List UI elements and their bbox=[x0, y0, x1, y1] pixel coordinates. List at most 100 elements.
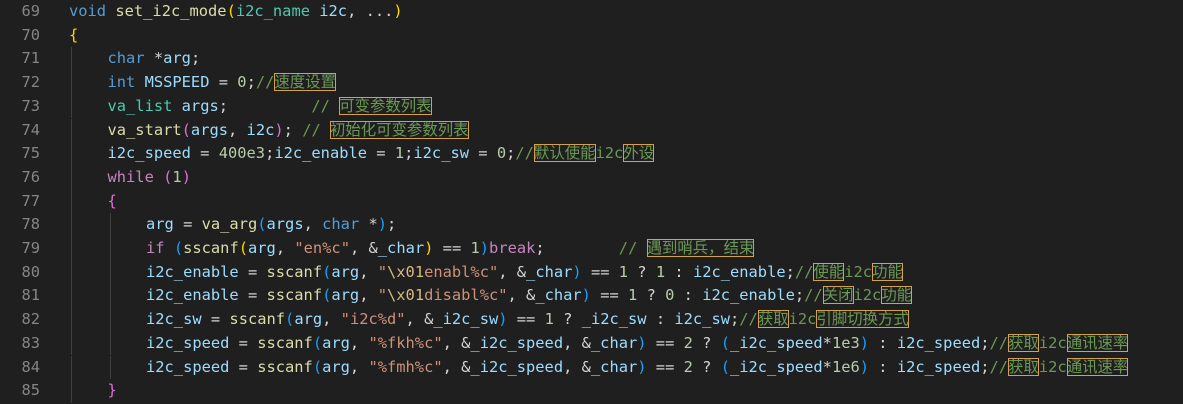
code-token: ) bbox=[498, 310, 508, 329]
code-token: arg bbox=[331, 262, 360, 281]
code-token: 0 bbox=[665, 286, 675, 305]
code-text: if (sscanf(arg, "en%c", &_char) == 1)bre… bbox=[146, 237, 755, 261]
code-token: ; bbox=[729, 310, 740, 329]
code-line[interactable]: 81 i2c_enable = sscanf(arg, "\x01disabl%c… bbox=[0, 284, 1183, 309]
code-token: i2c bbox=[319, 2, 348, 20]
line-number: 75 bbox=[21, 144, 40, 163]
code-line[interactable]: 69 void set_i2c_mode(i2c_name i2c, ...) bbox=[0, 0, 1183, 24]
code-token: ) bbox=[572, 262, 582, 281]
code-text: i2c_enable = sscanf(arg, "\x01enabl%c", … bbox=[146, 261, 903, 285]
code-line[interactable]: 78 arg = va_arg(args, char *); bbox=[0, 213, 1183, 237]
code-line[interactable]: 74 va_start(args, i2c); // 初始化可变参数列表 bbox=[0, 118, 1183, 143]
code-text: { bbox=[108, 190, 117, 214]
code-line[interactable]: 83 i2c_speed = sscanf(arg, "%fkh%c", &_i2… bbox=[0, 331, 1183, 356]
indent-guide bbox=[109, 308, 111, 332]
code-token: { bbox=[69, 25, 79, 44]
indent-guide bbox=[71, 213, 72, 237]
indent-guide bbox=[71, 284, 72, 309]
code-token: // bbox=[804, 286, 823, 305]
code-token: ; bbox=[785, 262, 795, 281]
code-line[interactable]: 82 i2c_sw = sscanf(arg, "i2c%d", &_i2c_sw… bbox=[0, 308, 1183, 332]
code-token: 1 bbox=[628, 286, 638, 305]
code-token: i2c_sw bbox=[674, 310, 730, 329]
highlighted-comment-token: 外设 bbox=[623, 144, 655, 163]
highlighted-comment-token: 默认使能 bbox=[533, 144, 596, 163]
code-token: arg bbox=[331, 286, 360, 305]
indent-guide bbox=[71, 308, 72, 332]
code-text: void set_i2c_mode(i2c_name i2c, ...) bbox=[69, 0, 403, 24]
code-editor[interactable]: 69 void set_i2c_mode(i2c_name i2c, ...) 70… bbox=[0, 0, 1183, 404]
code-token: 1 bbox=[394, 144, 405, 163]
code-line[interactable]: 80 i2c_enable = sscanf(arg, "\x01enabl%c"… bbox=[0, 260, 1183, 285]
code-line[interactable]: 79 if (sscanf(arg, "en%c", &_char) == 1)b… bbox=[0, 237, 1183, 261]
code-line[interactable]: 85} bbox=[0, 379, 1183, 403]
code-token: * bbox=[359, 215, 378, 234]
code-token: arg bbox=[163, 49, 191, 68]
code-token: 1 bbox=[655, 262, 666, 281]
line-number: 77 bbox=[21, 191, 40, 210]
line-number: 81 bbox=[21, 286, 40, 305]
code-text: } bbox=[108, 379, 117, 403]
code-line[interactable]: 84 i2c_speed = sscanf(arg, "%fmh%c", &_i2… bbox=[0, 355, 1183, 380]
code-line[interactable]: 71 char *arg; bbox=[0, 47, 1183, 72]
code-token: ( bbox=[312, 357, 323, 376]
code-token: ; bbox=[980, 333, 990, 352]
code-token: ; bbox=[283, 120, 303, 139]
code-token: int bbox=[107, 73, 136, 92]
code-line[interactable]: 70 { bbox=[0, 24, 1183, 48]
code-token: args bbox=[190, 120, 228, 139]
indent-guide bbox=[109, 213, 111, 237]
line-number: 73 bbox=[21, 96, 40, 115]
code-token: , & bbox=[349, 239, 378, 257]
code-token: ( bbox=[257, 215, 267, 234]
code-token: , bbox=[349, 357, 369, 376]
code-token: void bbox=[69, 2, 107, 20]
code-text: arg = va_arg(args, char *); bbox=[146, 213, 396, 237]
code-token: = bbox=[229, 333, 258, 352]
code-token: ? bbox=[628, 262, 656, 281]
code-line[interactable]: 77 { bbox=[0, 189, 1183, 214]
code-text: i2c_enable = sscanf(arg, "\x01disabl%c",… bbox=[146, 284, 913, 308]
code-token: arg bbox=[146, 215, 174, 234]
code-token: == bbox=[590, 286, 629, 305]
code-token: ( bbox=[322, 262, 332, 281]
code-token: ( bbox=[720, 333, 730, 352]
code-token: args bbox=[181, 96, 219, 115]
code-token: , bbox=[349, 333, 369, 352]
code-token: ; bbox=[506, 144, 516, 163]
code-line[interactable]: 75 i2c_speed = 400e3;i2c_enable = 1;i2c_s… bbox=[0, 142, 1183, 166]
code-token: , ... bbox=[347, 2, 394, 20]
code-token: = bbox=[367, 144, 395, 163]
code-token: = bbox=[238, 286, 267, 305]
code-token: "%fkh%c" bbox=[368, 333, 443, 352]
code-token: ) bbox=[479, 239, 490, 257]
code-token: arg bbox=[294, 310, 323, 329]
code-line[interactable]: 76 while (1) bbox=[0, 165, 1183, 190]
code-text: i2c_speed = 400e3;i2c_enable = 1;i2c_sw … bbox=[108, 142, 655, 166]
code-token: i2c_sw bbox=[413, 144, 469, 163]
code-token: i2c_speed bbox=[896, 357, 981, 376]
code-token: , bbox=[359, 286, 378, 305]
code-token: ? bbox=[692, 333, 721, 352]
code-token: 1e3 bbox=[831, 333, 860, 352]
highlighted-comment-token: 初始化可变参数列表 bbox=[330, 120, 469, 139]
code-token: enabl%c" bbox=[424, 262, 499, 281]
line-number: 82 bbox=[21, 310, 40, 329]
code-token: _i2c_sw bbox=[581, 310, 647, 329]
code-token: char bbox=[322, 215, 360, 234]
code-token: == bbox=[433, 239, 471, 257]
code-token: i2c bbox=[844, 262, 873, 281]
code-line[interactable]: 72 int MSSPEED = 0;//速度设置 bbox=[0, 71, 1183, 95]
code-token: va_arg bbox=[201, 215, 258, 234]
code-token: set_i2c_mode bbox=[115, 2, 227, 20]
code-token: ? bbox=[637, 286, 666, 305]
code-token: ) bbox=[637, 357, 647, 376]
code-token: ) bbox=[424, 239, 434, 257]
highlighted-comment-token: 获取 bbox=[1008, 333, 1039, 352]
code-token: ; bbox=[246, 73, 256, 92]
code-line[interactable]: 73 va_list args; // 可变参数列表 bbox=[0, 94, 1183, 119]
highlighted-comment-token: 通讯速率 bbox=[1066, 357, 1129, 376]
